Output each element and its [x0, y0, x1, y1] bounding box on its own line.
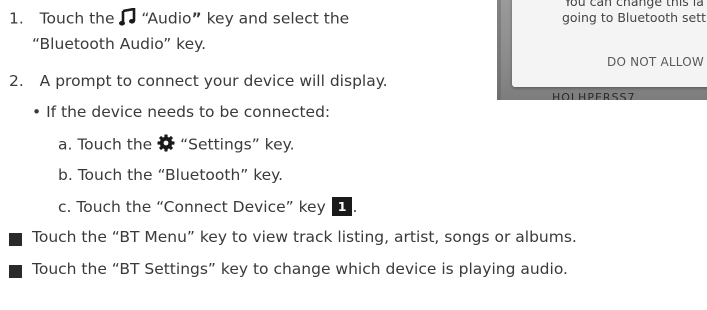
step-1-number: 1.	[9, 9, 24, 28]
phone-screenshot: You can change this la going to Bluetoot…	[497, 0, 707, 100]
phone-background-text: HOLHPERSS7	[552, 91, 636, 100]
step-2-text: A prompt to connect your device will dis…	[39, 72, 388, 90]
sub-step-c-tail: .	[352, 198, 358, 216]
dialog-message: You can change this la going to Bluetoot…	[534, 0, 707, 26]
bt-settings-note: Touch the “BT Settings” key to change wh…	[32, 260, 568, 278]
step-1-pre: Touch the	[39, 9, 115, 28]
step-1-post: key and select the	[201, 9, 350, 28]
step-1-line-2: “Bluetooth Audio” key.	[32, 35, 207, 53]
sub-step-a-pre: a. Touch the	[58, 135, 153, 154]
sub-step-a: a. Touch the “Settings” key.	[58, 134, 295, 156]
callout-badge: 1	[331, 197, 353, 216]
gear-icon	[157, 134, 175, 156]
sub-step-c-text: c. Touch the “Connect Device” key	[58, 198, 326, 216]
step-1-closing-quote: ”	[191, 9, 202, 28]
step-1-key: “Audio	[141, 9, 192, 28]
sub-bullet: • If the device needs to be connected:	[32, 103, 331, 121]
phone-edge	[497, 0, 501, 100]
step-2-number: 2.	[9, 72, 24, 90]
square-bullet-icon	[9, 233, 22, 246]
do-not-allow-button[interactable]: DO NOT ALLOW	[607, 55, 704, 69]
sub-step-c: c. Touch the “Connect Device” key 1.	[58, 197, 357, 216]
music-note-icon	[119, 7, 136, 30]
sub-step-a-post: “Settings” key.	[175, 135, 295, 154]
step-2: 2. A prompt to connect your device will …	[9, 72, 388, 90]
dialog-line-2: going to Bluetooth sett	[561, 10, 707, 25]
bt-menu-note: Touch the “BT Menu” key to view track li…	[32, 228, 577, 246]
square-bullet-icon	[9, 265, 22, 278]
sub-step-b: b. Touch the “Bluetooth” key.	[58, 166, 284, 184]
dialog-line-1: You can change this la	[564, 0, 704, 9]
step-1: 1. Touch the “Audio” key and select the	[9, 7, 350, 30]
permission-dialog: You can change this la going to Bluetoot…	[512, 0, 707, 87]
